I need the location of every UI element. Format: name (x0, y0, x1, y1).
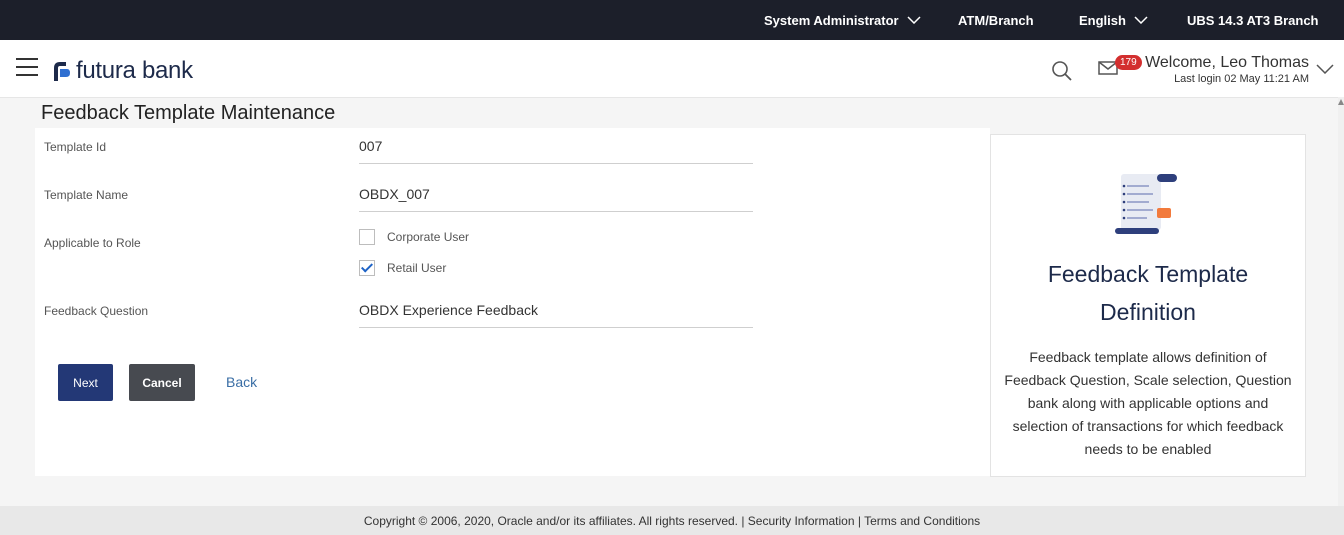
chevron-down-icon (907, 16, 921, 24)
template-id-label: Template Id (44, 140, 107, 154)
atm-branch-link[interactable]: ATM/Branch (958, 0, 1034, 40)
info-panel: Feedback Template Definition Feedback te… (990, 134, 1306, 477)
vertical-scrollbar[interactable] (1338, 97, 1344, 507)
cancel-button[interactable]: Cancel (129, 364, 195, 401)
next-button[interactable]: Next (58, 364, 113, 401)
header: futura bank 179 Welcome, Leo Thomas Last… (0, 40, 1344, 98)
user-menu[interactable]: Welcome, Leo Thomas Last login 02 May 11… (1145, 54, 1309, 85)
retail-user-checkbox[interactable]: Retail User (359, 260, 446, 276)
retail-user-label: Retail User (387, 261, 447, 275)
language-menu[interactable]: English (1079, 0, 1148, 40)
form-panel: Template Id 007 Template Name OBDX_007 A… (35, 128, 990, 476)
welcome-text: Welcome, Leo Thomas (1145, 54, 1309, 71)
back-link[interactable]: Back (226, 374, 257, 390)
scroll-up-icon[interactable] (1338, 99, 1344, 105)
feedback-question-field[interactable]: OBDX Experience Feedback (359, 293, 753, 328)
page-title: Feedback Template Maintenance (41, 102, 336, 124)
atm-branch-label: ATM/Branch (958, 12, 1034, 28)
applicable-role-label: Applicable to Role (44, 236, 141, 250)
chevron-down-icon[interactable] (1316, 64, 1334, 74)
brand-name: futura bank (76, 57, 193, 84)
language-label: English (1079, 12, 1126, 28)
search-icon[interactable] (1051, 60, 1073, 82)
info-description: Feedback template allows definition of F… (1004, 349, 1292, 457)
last-login-text: Last login 02 May 11:21 AM (1174, 73, 1309, 85)
template-name-field[interactable]: OBDX_007 (359, 177, 753, 212)
document-feedback-icon (1115, 174, 1177, 234)
corporate-user-checkbox[interactable]: Corporate User (359, 229, 469, 245)
template-id-field[interactable]: 007 (359, 129, 753, 164)
entity-menu[interactable]: UBS 14.3 AT3 Branch (1187, 0, 1319, 40)
info-title: Feedback Template Definition (1047, 261, 1249, 325)
top-bar: System Administrator ATM/Branch English … (0, 0, 1344, 40)
chevron-down-icon (1134, 16, 1148, 24)
template-name-label: Template Name (44, 188, 129, 202)
checkbox-checked[interactable] (359, 260, 375, 276)
corporate-user-label: Corporate User (387, 230, 470, 244)
footer: Copyright © 2006, 2020, Oracle and/or it… (0, 506, 1344, 535)
feedback-question-label: Feedback Question (44, 304, 149, 318)
futura-logo-icon (54, 62, 70, 81)
role-menu[interactable]: System Administrator (764, 0, 921, 40)
role-label: System Administrator (764, 12, 899, 28)
checkbox-unchecked[interactable] (359, 229, 375, 245)
entity-label: UBS 14.3 AT3 Branch (1187, 12, 1319, 28)
hamburger-menu-icon[interactable] (16, 58, 38, 78)
notification-badge[interactable]: 179 (1115, 55, 1142, 70)
logo: futura bank (48, 57, 193, 85)
